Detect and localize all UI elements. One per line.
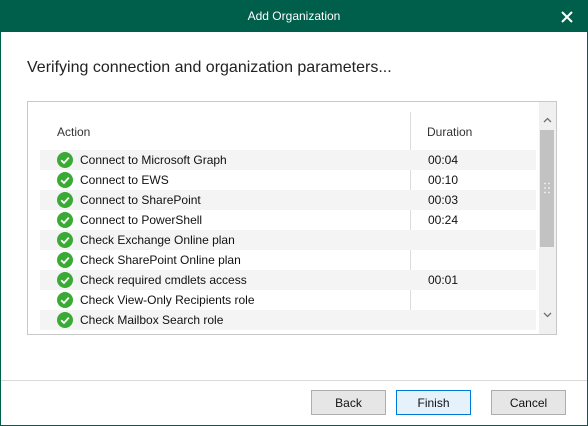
footer-divider [1,380,587,381]
close-icon [561,10,573,23]
success-check-icon [57,192,73,208]
table-row[interactable]: Check Exchange Online plan [40,230,536,250]
row-action: Check Exchange Online plan [80,233,235,247]
table-row[interactable]: Check View-Only Recipients role [40,290,536,310]
success-check-icon [57,232,73,248]
row-action: Connect to EWS [80,173,169,187]
scroll-down-button[interactable] [539,309,556,321]
table-row[interactable]: Connect to Microsoft Graph 00:04 [40,150,536,170]
vertical-scrollbar[interactable] [539,102,556,334]
success-check-icon [57,252,73,268]
row-action: Check required cmdlets access [80,273,247,287]
add-organization-dialog: Add Organization Verifying connection an… [0,0,588,426]
chevron-up-icon [543,117,552,123]
grip-icon [544,182,550,194]
window-title: Add Organization [247,9,341,23]
success-check-icon [57,152,73,168]
success-check-icon [57,212,73,228]
actions-grid: Action Duration Connect to Microsoft Gra… [27,101,557,335]
grid-rows: Connect to Microsoft Graph 00:04 Connect… [40,150,536,330]
success-check-icon [57,272,73,288]
row-action: Check SharePoint Online plan [80,253,241,267]
back-button[interactable]: Back [311,390,386,415]
table-row[interactable]: Check Mailbox Search role [40,310,536,330]
cancel-button[interactable]: Cancel [491,390,566,415]
table-row[interactable]: Check SharePoint Online plan [40,250,536,270]
row-action: Check Mailbox Search role [80,313,224,327]
grid-header: Action Duration [28,102,540,150]
finish-button[interactable]: Finish [396,390,471,415]
close-button[interactable] [547,1,587,32]
row-duration: 00:01 [428,273,459,287]
table-row[interactable]: Connect to EWS 00:10 [40,170,536,190]
success-check-icon [57,312,73,328]
row-action: Check View-Only Recipients role [80,293,255,307]
row-action: Connect to Microsoft Graph [80,153,227,167]
row-duration: 00:10 [428,173,459,187]
row-duration: 00:03 [428,193,459,207]
row-action: Connect to SharePoint [80,193,201,207]
table-row[interactable]: Connect to SharePoint 00:03 [40,190,536,210]
row-action: Connect to PowerShell [80,213,203,227]
row-duration: 00:24 [428,213,459,227]
column-header-action[interactable]: Action [57,125,90,139]
chevron-down-icon [543,312,552,318]
title-bar: Add Organization [1,1,587,32]
table-row[interactable]: Check required cmdlets access 00:01 [40,270,536,290]
page-heading: Verifying connection and organization pa… [27,59,392,76]
column-header-duration[interactable]: Duration [427,125,472,139]
scroll-up-button[interactable] [539,114,556,126]
row-duration: 00:04 [428,153,459,167]
scrollbar-thumb[interactable] [540,130,554,247]
table-row[interactable]: Connect to PowerShell 00:24 [40,210,536,230]
success-check-icon [57,172,73,188]
success-check-icon [57,292,73,308]
